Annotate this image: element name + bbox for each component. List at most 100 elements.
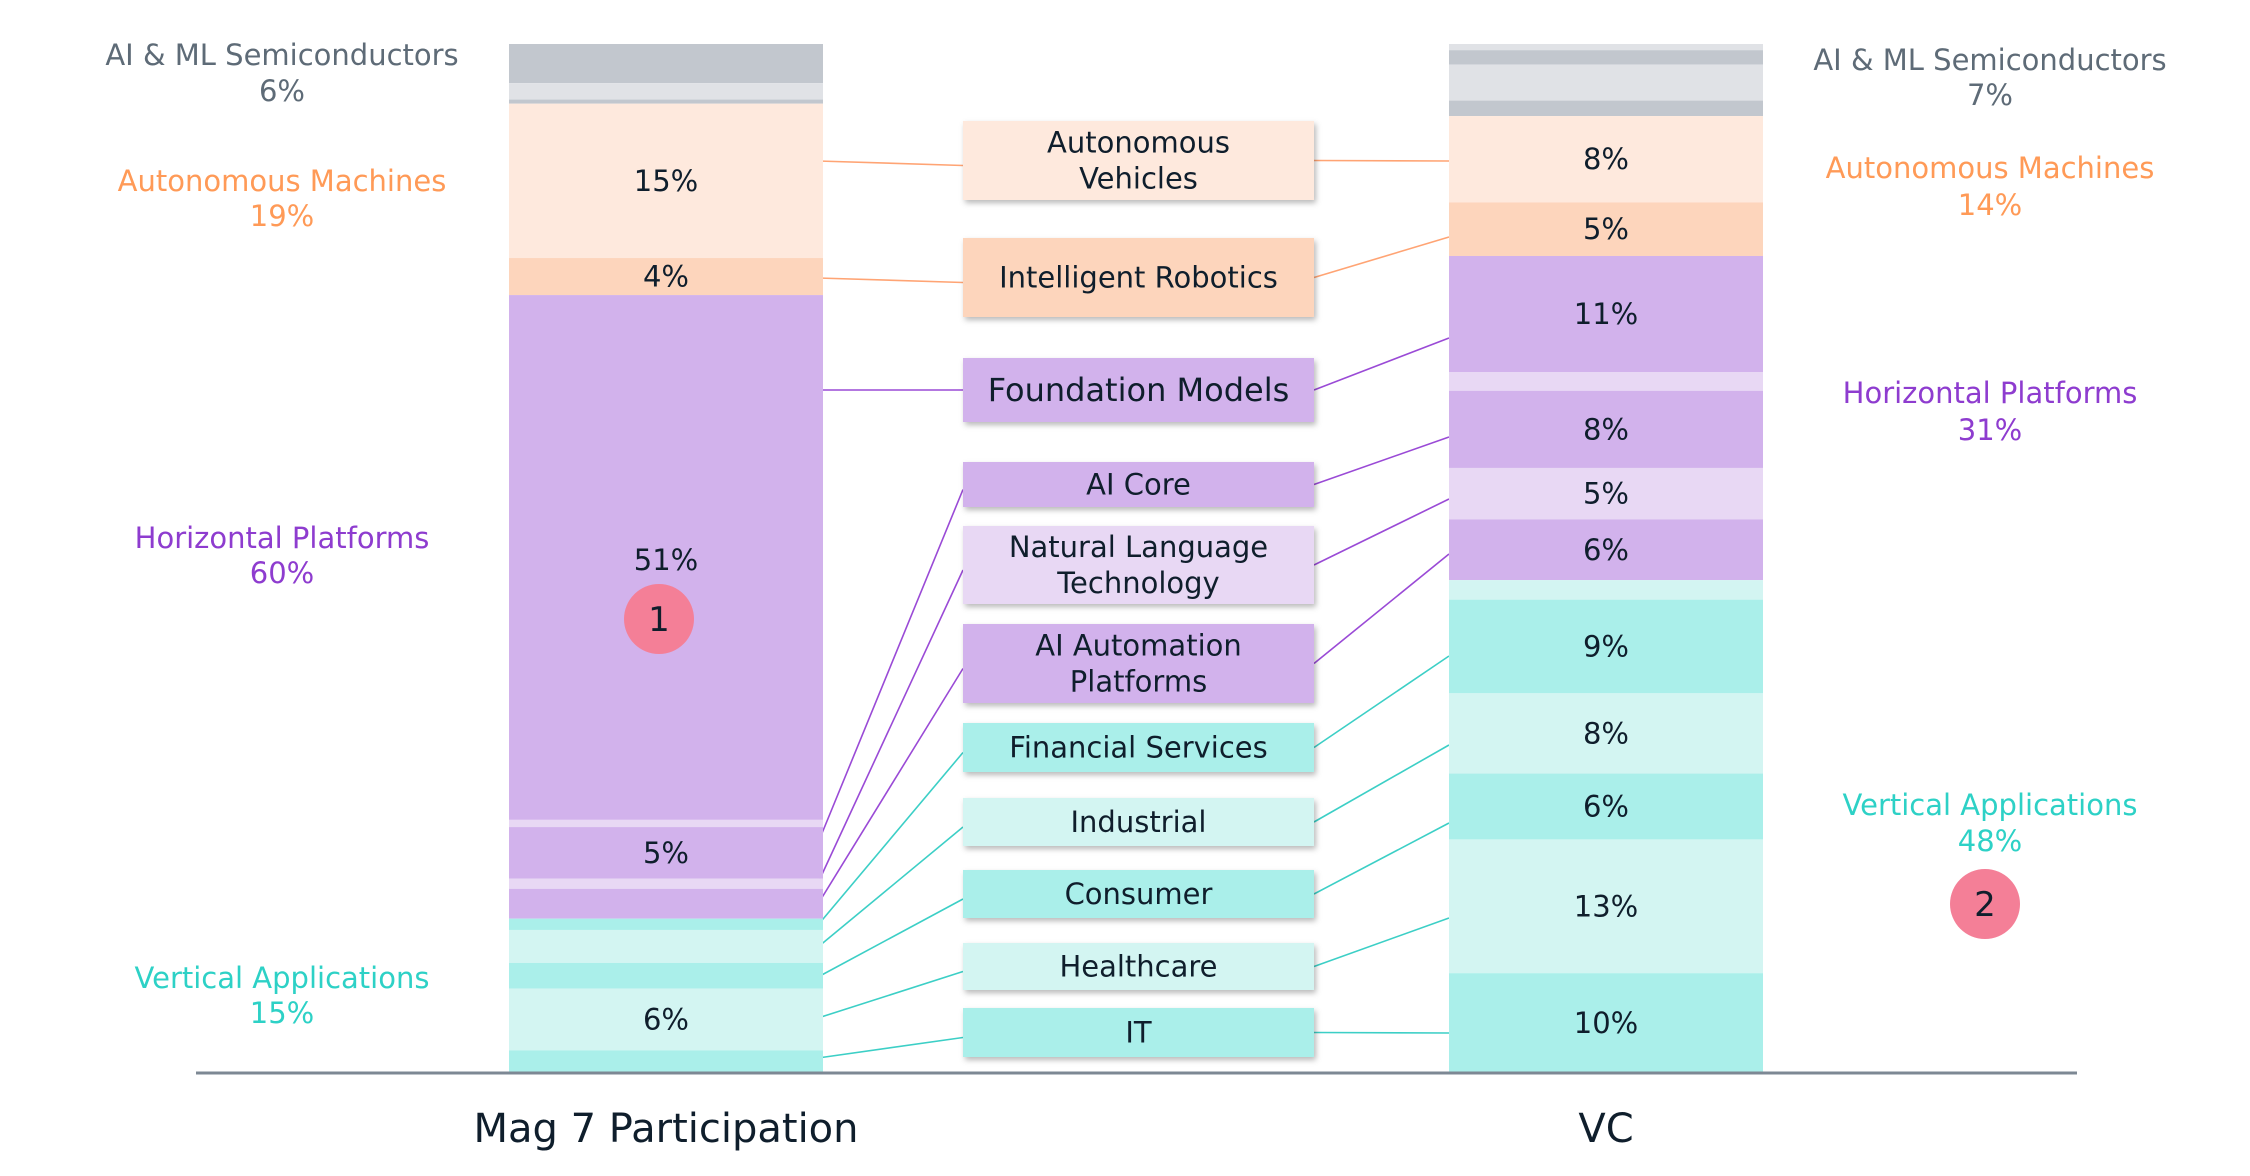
segment-value-label: 10%	[1574, 1006, 1638, 1040]
subcategory-foundation-models: Foundation Models	[963, 358, 1314, 422]
bar-segment-natural-language-technology	[509, 878, 823, 889]
link-line-mag7-financial-services	[817, 751, 964, 926]
group-name: Horizontal Platforms	[135, 521, 430, 555]
bar-segment-other-horizontal	[509, 819, 823, 828]
link-line-vc-industrial	[1313, 744, 1450, 823]
segment-value-label: 8%	[1583, 142, 1629, 176]
subcategory-label: Platforms	[1070, 665, 1207, 699]
subcategory-label: AI Automation	[1035, 629, 1242, 663]
group-label-mag-7-participation-horizontal-platforms: Horizontal Platforms60%	[135, 521, 430, 590]
bar-segment-financial-services	[509, 918, 823, 930]
link-line-mag7-healthcare	[817, 970, 964, 1019]
segment-value-label: 5%	[1583, 212, 1629, 246]
bar-segment-consumer	[509, 962, 823, 989]
segment-value-label: 9%	[1583, 629, 1629, 663]
bar-segment-ai-ml-semiconductors-b	[509, 83, 823, 100]
group-share: 7%	[1967, 78, 2013, 112]
group-name: Autonomous Machines	[118, 164, 447, 198]
group-label-mag-7-participation-ai-ml-semiconductors: AI & ML Semiconductors6%	[105, 38, 458, 108]
segment-value-label: 8%	[1583, 412, 1629, 446]
group-label-vc-autonomous-machines: Autonomous Machines14%	[1826, 151, 2155, 222]
bar-segment-ai-ml-semiconductors-b	[1449, 50, 1763, 65]
segment-value-label: 15%	[634, 164, 698, 198]
segment-value-label: 51%	[634, 543, 698, 577]
badge-number: 1	[648, 600, 670, 640]
link-line-mag7-consumer	[817, 898, 964, 978]
subcategory-boxes: AutonomousVehicles Intelligent Robotics Fo…	[963, 121, 1314, 1057]
subcategory-intelligent-robotics: Intelligent Robotics	[963, 238, 1314, 317]
subcategory-label: AI Core	[1086, 468, 1191, 502]
segment-value-label: 5%	[1583, 477, 1629, 511]
group-name: AI & ML Semiconductors	[105, 38, 458, 72]
link-line-vc-consumer	[1313, 822, 1450, 895]
subcategory-natural-language-technology: Natural LanguageTechnology	[963, 526, 1314, 604]
group-label-mag-7-participation-autonomous-machines: Autonomous Machines19%	[118, 164, 447, 233]
bar-segment-ai-ml-semiconductors-c	[509, 99, 823, 104]
link-line-vc-financial-services	[1313, 655, 1450, 749]
subcategory-autonomous-vehicles: AutonomousVehicles	[963, 121, 1314, 200]
subcategory-it: IT	[963, 1008, 1314, 1057]
link-line-mag7-it	[817, 1036, 964, 1059]
group-share: 60%	[250, 556, 314, 590]
subcategory-label: Autonomous	[1047, 126, 1230, 160]
group-label-mag-7-participation-vertical-applications: Vertical Applications15%	[135, 961, 430, 1030]
subcategory-financial-services: Financial Services	[963, 723, 1314, 772]
segment-value-label: 6%	[1583, 789, 1629, 823]
subcategory-ai-core: AI Core	[963, 462, 1314, 507]
bar-segment-ai-automation-platforms	[509, 888, 823, 919]
link-line-vc-intelligent-robotics	[1313, 236, 1450, 279]
group-share: 19%	[250, 199, 314, 233]
x-tick-label-vc: VC	[1578, 1106, 1633, 1152]
link-line-vc-healthcare	[1313, 917, 1450, 968]
subcategory-consumer: Consumer	[963, 870, 1314, 918]
subcategory-label: Intelligent Robotics	[999, 261, 1278, 295]
group-label-vc-ai-ml-semiconductors: AI & ML Semiconductors7%	[1813, 43, 2166, 112]
link-line-vc-natural-language-technology	[1313, 498, 1450, 566]
group-name: Vertical Applications	[1843, 788, 2138, 822]
bar-segment-ai-ml-semiconductors-c	[1449, 64, 1763, 101]
segment-value-label: 13%	[1574, 889, 1638, 923]
subcategory-label: Natural Language	[1009, 530, 1268, 564]
group-name: Vertical Applications	[135, 961, 430, 995]
badge-2: 2	[1950, 869, 2020, 939]
segment-value-label: 6%	[643, 1002, 689, 1036]
link-line-vc-ai-automation-platforms	[1313, 553, 1450, 665]
bar-segment-ai-ml-semiconductors-a	[509, 44, 823, 84]
bar-segment-other-horizontal	[1449, 372, 1763, 391]
link-line-mag7-ai-automation-platforms	[817, 668, 964, 905]
segment-value-label: 11%	[1574, 297, 1638, 331]
bar-segment-ai-ml-semiconductors-a	[1449, 44, 1763, 51]
subcategory-label: Technology	[1056, 566, 1219, 600]
subcategory-healthcare: Healthcare	[963, 943, 1314, 990]
group-share: 6%	[259, 74, 305, 108]
link-line-mag7-natural-language-technology	[817, 569, 964, 884]
subcategory-label: Vehicles	[1079, 162, 1198, 196]
link-line-vc-ai-core	[1313, 436, 1450, 486]
badge-number: 2	[1974, 885, 1996, 925]
segment-value-label: 8%	[1583, 716, 1629, 750]
segment-value-label: 6%	[1583, 533, 1629, 567]
group-label-vc-vertical-applications: Vertical Applications48%	[1843, 788, 2138, 858]
link-line-mag7-industrial	[817, 826, 964, 948]
link-line-mag7-autonomous-vehicles	[817, 160, 964, 167]
group-label-vc-horizontal-platforms: Horizontal Platforms31%	[1843, 376, 2138, 447]
link-line-vc-autonomous-vehicles	[1313, 159, 1450, 162]
stacked-bar-chart: 15% 4% 51% 5% 6% 8% 5% 11% 8% 5% 6% 9% 8% 6% 13% 10% Au…	[105, 38, 2166, 1152]
segment-value-label: 5%	[643, 836, 689, 870]
link-line-mag7-intelligent-robotics	[817, 277, 964, 284]
bar-vc: 8% 5% 11% 8% 5% 6% 9% 8% 6% 13% 10%	[1449, 44, 1763, 1073]
bar-segment-ai-ml-semiconductors-d	[1449, 100, 1763, 117]
group-share: 14%	[1958, 188, 2022, 222]
subcategory-label: IT	[1125, 1016, 1152, 1050]
bar-mag-7-participation: 15% 4% 51% 5% 6%	[509, 44, 823, 1073]
group-share: 48%	[1958, 824, 2022, 858]
group-name: AI & ML Semiconductors	[1813, 43, 2166, 77]
x-tick-label-mag7: Mag 7 Participation	[474, 1106, 859, 1152]
group-share: 15%	[250, 996, 314, 1030]
group-name: Horizontal Platforms	[1843, 376, 2138, 410]
group-share: 31%	[1958, 413, 2022, 447]
subcategory-label: Financial Services	[1009, 731, 1268, 765]
segment-value-label: 4%	[643, 260, 689, 294]
subcategory-label: Foundation Models	[988, 371, 1290, 409]
bar-segment-other-vertical	[1449, 580, 1763, 600]
